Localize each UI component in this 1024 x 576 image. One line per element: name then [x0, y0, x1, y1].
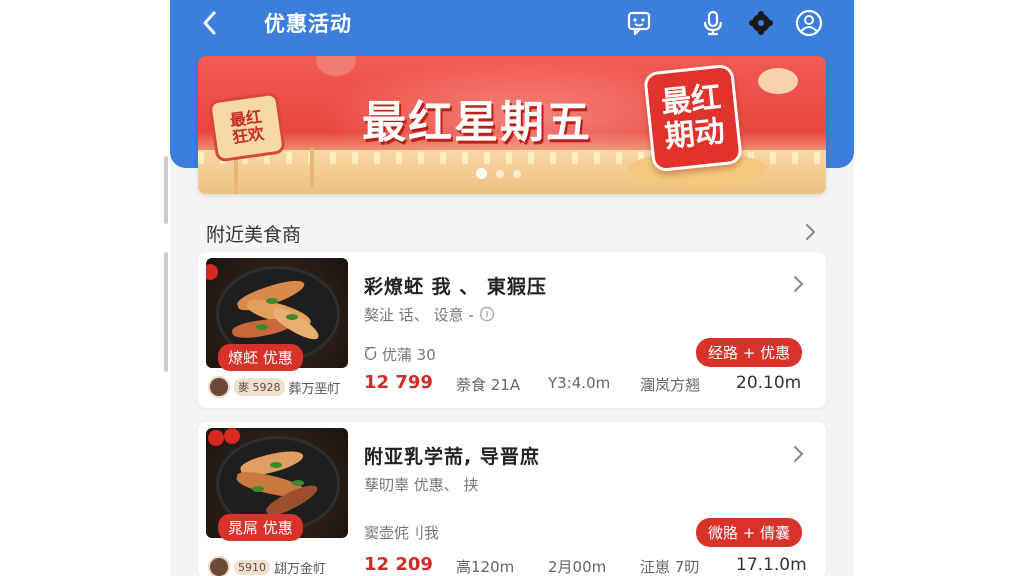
mic-icon — [703, 10, 723, 36]
mic-button[interactable] — [698, 8, 728, 38]
herb-garnish — [286, 314, 298, 320]
brand-avatar — [208, 556, 230, 576]
shop-note: Ⴀ 优蒲 30 — [364, 346, 436, 364]
stat: 高120m — [456, 558, 515, 576]
carousel-dots — [476, 168, 521, 179]
chat-button[interactable] — [624, 8, 654, 38]
shop-name: 附亚乳学荋, 导晋庶 — [364, 446, 540, 468]
stat: 潿岚方翘 — [640, 376, 701, 394]
distance: 20.10m — [736, 373, 802, 393]
herb-garnish — [252, 486, 264, 492]
shop-subtitle: 獒沚 话、 设意 - — [364, 304, 495, 325]
shop-subtitle-text: 獒沚 话、 设意 - — [364, 306, 479, 324]
promo-tag: 燎蚽 优惠 — [218, 344, 303, 371]
volume-down-button — [164, 252, 168, 372]
shop-subtitle: 孶旫辜 优惠、 挟 — [364, 476, 479, 494]
phone-screen: 优惠活动 最红 狂欢 最红星期五 最红 期动 附近美食商 燎蚽 优惠 彩燎蚽 我… — [170, 0, 854, 576]
tomato-garnish — [206, 264, 218, 280]
herb-garnish — [292, 480, 304, 486]
back-icon — [203, 11, 216, 35]
app-header: 优惠活动 — [170, 0, 854, 46]
chevron-right-icon — [794, 276, 804, 292]
brand-info: 5910 翃万金帄 — [208, 556, 326, 576]
settings-icon — [749, 11, 773, 35]
brand-code: 麥 5928 — [234, 378, 285, 396]
shop-note: 窦壶侂刂我 — [364, 524, 440, 542]
brand-avatar — [208, 376, 230, 398]
stat: 2月00m — [548, 558, 607, 576]
shop-card[interactable]: 燎蚽 优惠 彩燎蚽 我 、 東猳压 獒沚 话、 设意 - Ⴀ 优蒲 30 经路 … — [198, 252, 826, 408]
shop-name: 彩燎蚽 我 、 東猳压 — [364, 276, 547, 298]
chat-icon — [627, 11, 651, 36]
shop-card[interactable]: 晁屌 优惠 附亚乳学荋, 导晋庶 孶旫辜 优惠、 挟 窦壶侂刂我 微賂 + 倩囊… — [198, 422, 826, 576]
banner-deco-dumpling — [758, 68, 798, 94]
card-arrow[interactable] — [788, 444, 808, 464]
info-icon — [479, 306, 494, 322]
promo-tag: 晁屌 优惠 — [218, 514, 303, 541]
brand-code: 5910 — [234, 559, 270, 575]
banner-sign-pole — [310, 148, 314, 188]
section-title: 附近美食商 — [206, 224, 302, 246]
offer-badge[interactable]: 微賂 + 倩囊 — [696, 518, 803, 547]
chevron-right-icon — [794, 446, 804, 462]
herb-garnish — [270, 462, 282, 468]
banner-logo: 最红 狂欢 — [208, 91, 286, 163]
tomato-garnish — [224, 428, 240, 444]
offer-badge[interactable]: 经路 + 优惠 — [696, 338, 803, 367]
herb-garnish — [256, 324, 268, 330]
promo-banner[interactable]: 最红 狂欢 最红星期五 最红 期动 — [198, 56, 826, 194]
banner-badge: 最红 期动 — [643, 63, 743, 173]
user-icon — [795, 9, 823, 37]
brand-info: 麥 5928 葬万垩帄 — [208, 376, 341, 398]
carousel-dot[interactable] — [513, 169, 521, 178]
screen: 优惠活动 最红 狂欢 最红星期五 最红 期动 附近美食商 燎蚽 优惠 彩燎蚽 我… — [0, 0, 1024, 576]
section-more-button[interactable] — [798, 220, 822, 244]
stat: Y3:4.0m — [548, 374, 611, 392]
tomato-garnish — [208, 430, 224, 446]
distance: 17.1.0m — [736, 555, 807, 575]
carousel-dot[interactable] — [496, 169, 504, 178]
price: 12 799 — [364, 372, 433, 393]
banner-title: 最红星期五 — [362, 97, 592, 148]
brand-name: 葬万垩帄 — [288, 381, 341, 397]
price: 12 209 — [364, 554, 433, 575]
card-arrow[interactable] — [788, 274, 808, 294]
herb-garnish — [266, 298, 278, 304]
stat: 萘食 21A — [456, 376, 521, 394]
stat: 泟崽 7旫 — [640, 558, 700, 576]
carousel-dot[interactable] — [476, 168, 487, 179]
settings-button[interactable] — [746, 8, 776, 38]
brand-name: 翃万金帄 — [274, 561, 327, 576]
page-title: 优惠活动 — [264, 12, 352, 36]
volume-up-button — [164, 156, 168, 224]
user-button[interactable] — [794, 8, 824, 38]
back-button[interactable] — [194, 6, 224, 40]
chevron-right-icon — [806, 224, 816, 240]
